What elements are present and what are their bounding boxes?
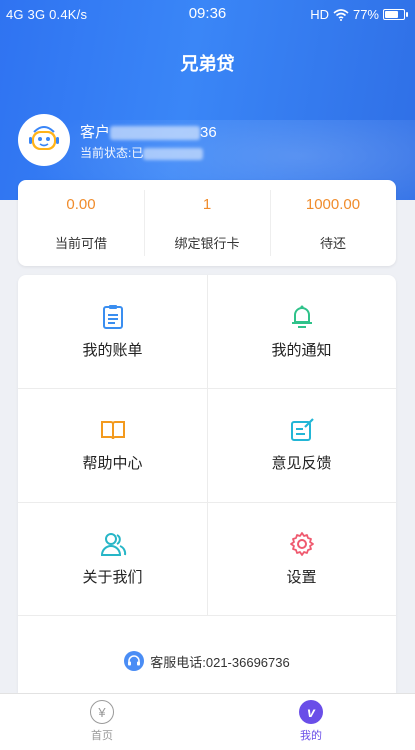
menu-item-label: 我的账单 [82, 342, 143, 359]
user-status: 当前状态:已 [80, 144, 204, 161]
stat-available-credit[interactable]: 0.00 当前可借 [18, 180, 144, 266]
edit-icon [288, 416, 316, 444]
robot-avatar-icon [29, 126, 59, 150]
menu-item-settings[interactable]: 设置 [207, 502, 396, 615]
profile-header: 4G 3G 0.4K/s 09:36 HD 77% 兄弟贷 客户 36 当前状态… [0, 0, 415, 200]
status-bar: 4G 3G 0.4K/s 09:36 HD 77% [0, 0, 415, 28]
page-title: 兄弟贷 [180, 54, 235, 74]
stat-label: 当前可借 [54, 236, 107, 251]
bill-icon [99, 303, 127, 331]
tab-home[interactable]: ¥ 首页 [72, 700, 132, 743]
user-status-text: 当前状态:已 [80, 146, 144, 160]
bell-icon [288, 303, 316, 331]
menu-item-about-us[interactable]: 关于我们 [18, 502, 207, 615]
book-icon [99, 416, 127, 444]
hd-indicator: HD [310, 7, 329, 22]
masked-status [143, 147, 204, 160]
menu-grid: 我的账单 我的通知 帮助中心 意见反馈 关于我们 设置 客服电话:021-366… [18, 275, 396, 693]
stat-label: 绑定银行卡 [174, 236, 240, 251]
status-right: HD 77% [310, 7, 408, 22]
battery-icon [383, 9, 408, 20]
account-stats-card: 0.00 当前可借 1 绑定银行卡 1000.00 待还 [18, 180, 396, 266]
masked-phone [110, 126, 201, 141]
menu-item-help-center[interactable]: 帮助中心 [18, 388, 207, 501]
tab-label: 首页 [91, 730, 113, 742]
tab-label: 我的 [300, 730, 322, 742]
stat-bound-cards[interactable]: 1 绑定银行卡 [144, 180, 270, 266]
menu-item-label: 设置 [286, 569, 317, 586]
wifi-icon [333, 8, 349, 21]
headset-icon [124, 651, 145, 671]
menu-item-label: 关于我们 [82, 569, 143, 586]
battery-percent: 77% [352, 7, 379, 22]
menu-item-label: 帮助中心 [82, 455, 143, 472]
profile-v-icon: v [299, 700, 323, 724]
menu-item-my-notifications[interactable]: 我的通知 [207, 275, 396, 388]
hotline-text: 客服电话:021-36696736 [150, 654, 290, 670]
stat-value: 1000.00 [305, 196, 361, 213]
stat-value: 0.00 [66, 196, 96, 213]
menu-item-label: 我的通知 [271, 342, 332, 359]
gear-icon [288, 530, 316, 558]
grid-divider [18, 615, 396, 616]
stat-value: 1 [202, 196, 212, 213]
avatar[interactable] [18, 114, 70, 166]
bottom-tab-bar: ¥ 首页 v 我的 [0, 693, 415, 750]
menu-item-label: 意见反馈 [271, 455, 332, 472]
menu-item-feedback[interactable]: 意见反馈 [207, 388, 396, 501]
user-name-prefix: 客户 [80, 124, 111, 141]
yuan-icon: ¥ [90, 700, 114, 724]
user-name-suffix: 36 [200, 124, 217, 141]
user-name: 客户 36 [80, 121, 217, 142]
users-icon [99, 530, 127, 558]
menu-item-my-bills[interactable]: 我的账单 [18, 275, 207, 388]
customer-service-hotline[interactable]: 客服电话:021-36696736 [18, 651, 396, 671]
stat-pending-repayment[interactable]: 1000.00 待还 [270, 180, 396, 266]
tab-mine[interactable]: v 我的 [281, 700, 341, 743]
stat-label: 待还 [319, 236, 346, 251]
